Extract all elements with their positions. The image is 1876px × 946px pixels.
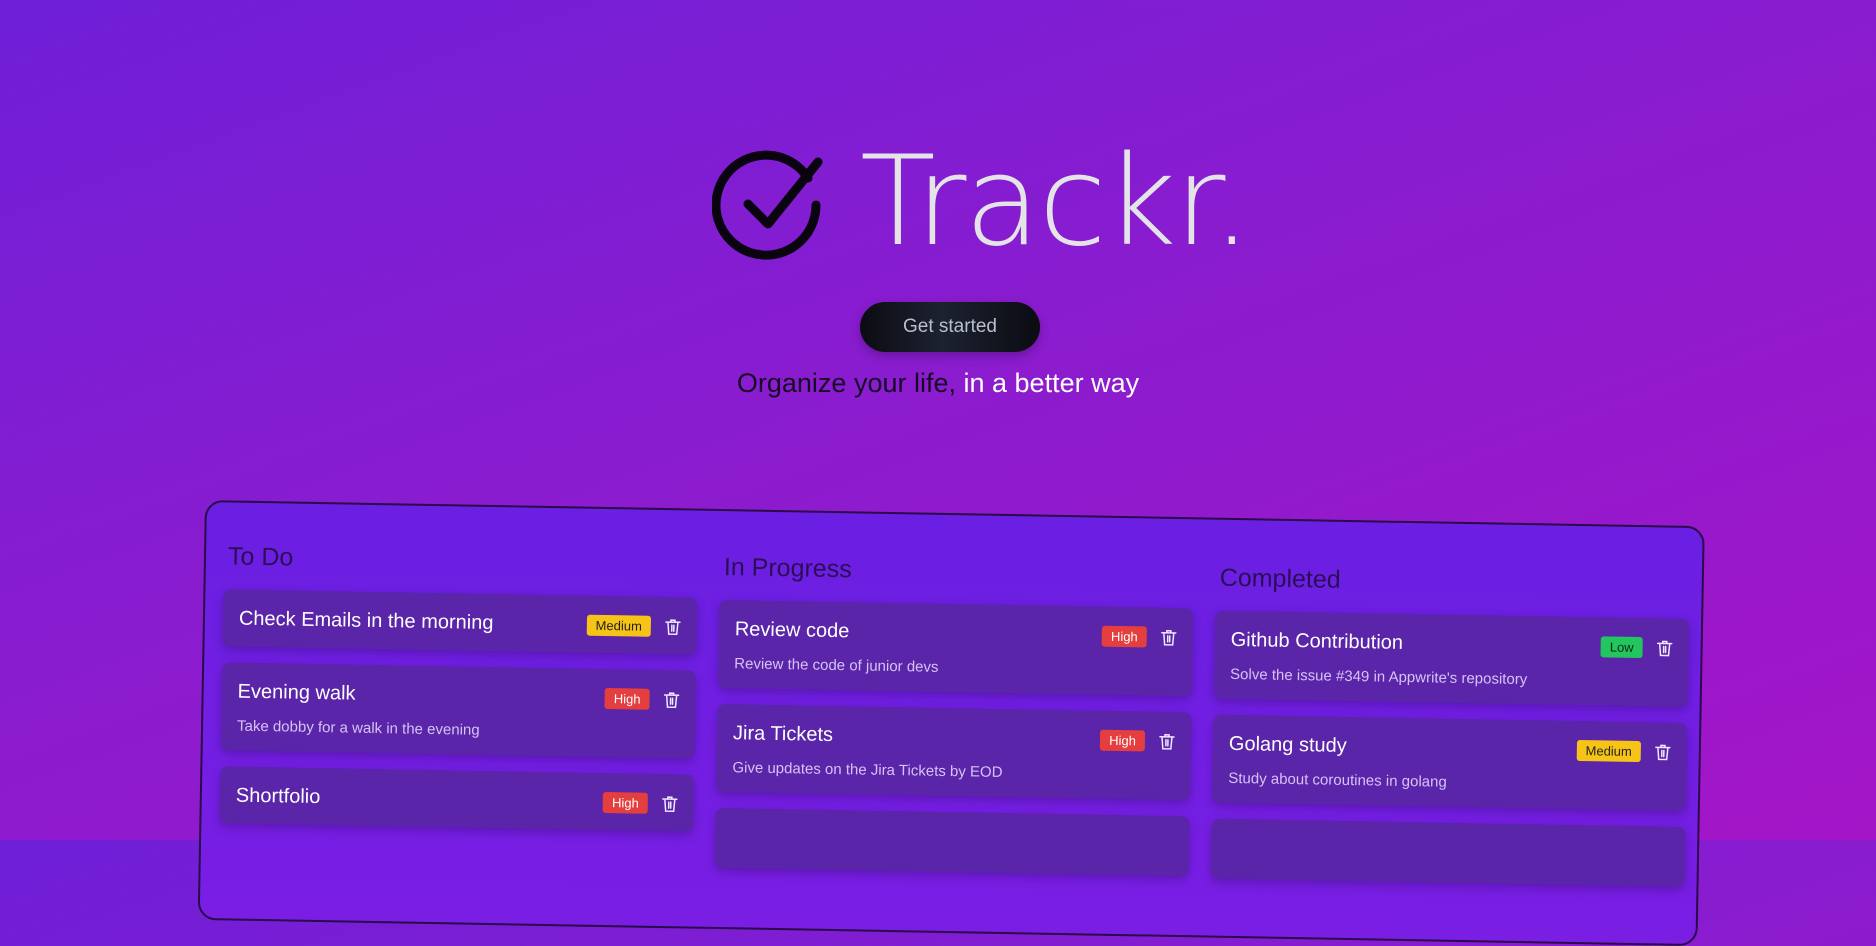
board-preview: To Do Check Emails in the morning Medium…: [197, 500, 1705, 946]
brand-logo: Trackr.: [712, 130, 1251, 274]
task-card[interactable]: Review code High Review the code of juni…: [717, 599, 1194, 697]
trash-icon[interactable]: [1655, 743, 1671, 761]
trash-icon[interactable]: [663, 691, 680, 709]
priority-badge: High: [1100, 729, 1146, 752]
trash-icon[interactable]: [1161, 628, 1177, 646]
task-card[interactable]: [714, 807, 1190, 877]
column-title: To Do: [227, 542, 294, 572]
tagline-dark: Organize your life,: [736, 368, 964, 398]
task-title: Github Contribution: [1230, 628, 1404, 654]
priority-badge: High: [604, 688, 650, 710]
trash-icon[interactable]: [665, 618, 681, 636]
task-card[interactable]: Evening walk High Take dobby for a walk …: [220, 662, 697, 759]
priority-badge: High: [1101, 625, 1147, 648]
task-title: Check Emails in the morning: [238, 607, 494, 635]
kanban-board: To Do Check Emails in the morning Medium…: [197, 500, 1705, 946]
task-title: Evening walk: [237, 680, 356, 705]
task-description: Give updates on the Jira Tickets by EOD: [732, 759, 1003, 781]
task-card[interactable]: Jira Tickets High Give updates on the Ji…: [715, 703, 1192, 801]
check-circle-icon: [712, 150, 823, 260]
task-card[interactable]: Check Emails in the morning Medium: [222, 589, 698, 655]
get-started-button[interactable]: Get started: [860, 302, 1040, 352]
task-title: Jira Tickets: [732, 722, 834, 746]
task-card[interactable]: Shortfolio High: [219, 766, 695, 832]
column-completed: Completed Github Contribution Low Solve …: [1210, 564, 1690, 903]
column-in-progress: In Progress Review code High Review the …: [714, 553, 1194, 892]
priority-badge: High: [602, 791, 648, 814]
task-card[interactable]: [1210, 818, 1686, 887]
task-description: Study about coroutines in golang: [1228, 769, 1447, 791]
task-card[interactable]: Golang study Medium Study about coroutin…: [1211, 714, 1688, 811]
task-description: Review the code of junior devs: [734, 655, 939, 676]
priority-badge: Medium: [586, 614, 652, 637]
priority-badge: Low: [1600, 636, 1643, 659]
task-card[interactable]: Github Contribution Low Solve the issue …: [1213, 610, 1690, 707]
hero-section: Trackr. Get started Organize your life, …: [0, 0, 1876, 420]
column-todo: To Do Check Emails in the morning Medium…: [219, 542, 698, 847]
brand-name: Trackr.: [860, 130, 1251, 274]
tagline-light: in a better way: [963, 368, 1140, 398]
tagline: Organize your life, in a better way: [0, 368, 1876, 399]
task-description: Solve the issue #349 in Appwrite's repos…: [1229, 665, 1528, 689]
task-title: Golang study: [1228, 732, 1347, 757]
column-title: In Progress: [723, 553, 852, 584]
task-description: Take dobby for a walk in the evening: [236, 717, 480, 739]
task-title: Review code: [734, 618, 850, 643]
task-title: Shortfolio: [235, 784, 321, 809]
trash-icon[interactable]: [662, 795, 678, 813]
trash-icon[interactable]: [1159, 732, 1175, 750]
trash-icon[interactable]: [1656, 639, 1673, 657]
priority-badge: Medium: [1576, 739, 1642, 763]
column-title: Completed: [1219, 563, 1341, 594]
